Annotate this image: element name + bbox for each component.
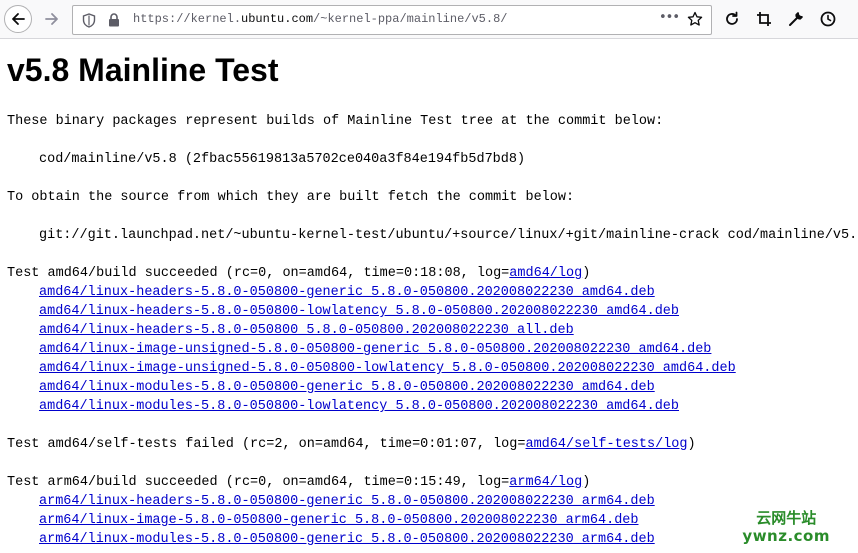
arrow-left-icon — [12, 13, 25, 25]
commit-line: cod/mainline/v5.8 (2fbac55619813a5702ce0… — [39, 152, 526, 167]
log-link[interactable]: amd64/log — [509, 266, 582, 281]
watermark: 云网牛站 ywnz.com — [742, 509, 830, 545]
log-link[interactable]: arm64/log — [509, 475, 582, 490]
package-link[interactable]: amd64/linux-headers-5.8.0-050800-lowlate… — [39, 302, 679, 321]
reload-button[interactable] — [721, 8, 743, 30]
log-link[interactable]: amd64/self-tests/log — [525, 437, 687, 452]
shield-icon[interactable] — [81, 12, 97, 28]
build-status-self-tests: Test amd64/self-tests failed (rc=2, on=a… — [7, 435, 696, 454]
watermark-line2: ywnz.com — [742, 527, 830, 545]
git-url-line: git://git.launchpad.net/~ubuntu-kernel-t… — [39, 228, 858, 243]
build-status-end: ) — [687, 437, 696, 452]
source-intro-text: To obtain the source from which they are… — [7, 190, 575, 205]
tools-button[interactable] — [785, 8, 807, 30]
build-status-end: ) — [582, 475, 591, 490]
package-link[interactable]: arm64/linux-headers-5.8.0-050800-generic… — [39, 492, 655, 511]
lock-icon[interactable] — [106, 12, 122, 28]
address-bar[interactable]: https://kernel.ubuntu.com/~kernel-ppa/ma… — [72, 5, 712, 35]
build-status-text: Test amd64/build succeeded (rc=0, on=amd… — [7, 266, 510, 281]
package-link[interactable]: amd64/linux-image-unsigned-5.8.0-050800-… — [39, 359, 736, 378]
watermark-line1: 云网牛站 — [756, 509, 817, 527]
browser-toolbar: https://kernel.ubuntu.com/~kernel-ppa/ma… — [0, 0, 858, 39]
crop-icon — [757, 12, 771, 26]
build-status-end: ) — [582, 266, 591, 281]
package-link[interactable]: arm64/linux-image-5.8.0-050800-generic_5… — [39, 511, 639, 530]
package-link[interactable]: amd64/linux-headers-5.8.0-050800-generic… — [39, 283, 655, 302]
package-link[interactable]: amd64/linux-headers-5.8.0-050800_5.8.0-0… — [39, 321, 574, 340]
build-status-text: Test arm64/build succeeded (rc=0, on=amd… — [7, 475, 510, 490]
build-status-arm64: Test arm64/build succeeded (rc=0, on=amd… — [7, 473, 590, 492]
clock-icon — [820, 11, 836, 27]
url-path: /~kernel-ppa/mainline/v5.8/ — [313, 12, 508, 26]
star-bookmark-icon[interactable] — [687, 11, 703, 27]
forward-button[interactable] — [38, 5, 66, 33]
reload-icon — [726, 11, 738, 25]
package-link[interactable]: arm64/linux-modules-5.8.0-050800-generic… — [39, 530, 655, 549]
arrow-right-icon — [45, 13, 58, 25]
package-link[interactable]: amd64/linux-modules-5.8.0-050800-lowlate… — [39, 397, 679, 416]
page-actions-icon[interactable]: ••• — [659, 10, 680, 25]
crop-button[interactable] — [753, 8, 775, 30]
back-button[interactable] — [4, 5, 32, 33]
build-status-text: Test amd64/self-tests failed (rc=2, on=a… — [7, 437, 526, 452]
page-title: v5.8 Mainline Test — [7, 52, 279, 88]
url-prefix: https://kernel. — [133, 12, 242, 26]
package-link[interactable]: amd64/linux-modules-5.8.0-050800-generic… — [39, 378, 655, 397]
history-button[interactable] — [817, 8, 839, 30]
package-link[interactable]: amd64/linux-image-unsigned-5.8.0-050800-… — [39, 340, 711, 359]
url-domain: ubuntu.com — [241, 12, 314, 26]
build-status-amd64: Test amd64/build succeeded (rc=0, on=amd… — [7, 264, 590, 283]
intro-text: These binary packages represent builds o… — [7, 114, 664, 129]
url-text[interactable]: https://kernel.ubuntu.com/~kernel-ppa/ma… — [133, 12, 507, 26]
wrench-icon — [789, 12, 803, 26]
